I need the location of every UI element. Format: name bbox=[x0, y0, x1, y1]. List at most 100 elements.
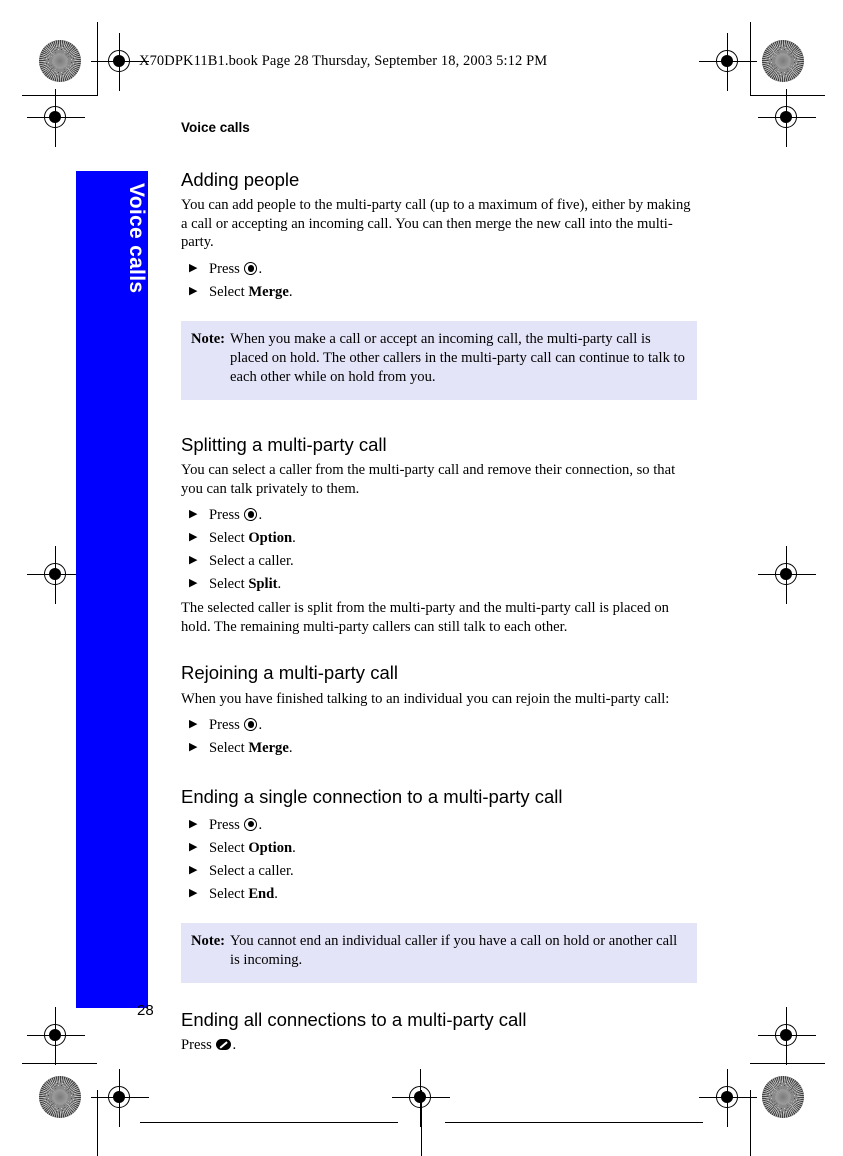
rosette-mark-top-right bbox=[762, 40, 804, 82]
note-label: Note: bbox=[191, 932, 226, 949]
list-item: ▶ Select Option. bbox=[181, 837, 697, 860]
step-strong: Merge bbox=[248, 283, 289, 300]
note-box-ending-single: Note: You cannot end an individual calle… bbox=[181, 922, 697, 983]
page-number: 28 bbox=[137, 1002, 154, 1019]
triangle-bullet-icon: ▶ bbox=[189, 261, 198, 274]
step-list-rejoining: ▶ Press . ▶ Select Merge. bbox=[181, 714, 697, 760]
step-suffix: . bbox=[258, 816, 263, 833]
registration-target-top-right bbox=[699, 33, 757, 91]
step-prefix: Select bbox=[209, 283, 249, 300]
registration-target-upper-left-edge bbox=[27, 89, 85, 147]
triangle-bullet-icon: ▶ bbox=[189, 886, 198, 899]
list-item: ▶ Select Split. bbox=[181, 573, 697, 596]
list-item: ▶ Select a caller. bbox=[181, 860, 697, 883]
nav-key-icon bbox=[244, 718, 258, 732]
step-prefix: Select a caller. bbox=[209, 862, 294, 879]
step-strong: Split bbox=[248, 576, 278, 593]
triangle-bullet-icon: ▶ bbox=[189, 531, 198, 544]
step-suffix: . bbox=[258, 717, 263, 734]
registration-target-upper-right-edge bbox=[758, 89, 816, 147]
reg-dot bbox=[780, 1029, 792, 1041]
triangle-bullet-icon: ▶ bbox=[189, 554, 198, 567]
step-suffix: . bbox=[288, 283, 293, 300]
crop-line-bottom-right-horizontal bbox=[750, 1063, 825, 1064]
reg-dot bbox=[113, 55, 125, 67]
step-prefix: Select bbox=[209, 576, 249, 593]
nav-key-icon bbox=[244, 508, 258, 522]
triangle-bullet-icon: ▶ bbox=[189, 741, 198, 754]
list-item: ▶ Press . bbox=[181, 504, 697, 527]
section-title-ending-all: Ending all connections to a multi-party … bbox=[181, 1008, 527, 1030]
press-suffix: . bbox=[232, 1036, 237, 1053]
triangle-bullet-icon: ▶ bbox=[189, 840, 198, 853]
section-title-splitting: Splitting a multi-party call bbox=[181, 433, 387, 455]
reg-dot bbox=[780, 568, 792, 580]
step-list-splitting: ▶ Press . ▶ Select Option. ▶ Select a calle… bbox=[181, 504, 697, 596]
step-prefix: Press bbox=[209, 260, 244, 277]
press-end-line: Press . bbox=[181, 1036, 697, 1055]
triangle-bullet-icon: ▶ bbox=[189, 577, 198, 590]
reg-dot bbox=[49, 568, 61, 580]
step-list-adding-people: ▶ Press . ▶ Select Merge. bbox=[181, 258, 697, 304]
chapter-side-tab: Voice calls bbox=[76, 171, 148, 1008]
rosette-mark-top-left bbox=[39, 40, 81, 82]
registration-target-mid-right bbox=[758, 546, 816, 604]
list-item: ▶ Press . bbox=[181, 258, 697, 281]
list-item: ▶ Select Merge. bbox=[181, 737, 697, 760]
registration-target-lower-right-edge bbox=[758, 1007, 816, 1065]
section-title-ending-single: Ending a single connection to a multi-pa… bbox=[181, 786, 563, 808]
step-suffix: . bbox=[288, 740, 293, 757]
list-item: ▶ Press . bbox=[181, 814, 697, 837]
registration-target-lower-left-edge bbox=[27, 1007, 85, 1065]
section-title-adding-people: Adding people bbox=[181, 169, 300, 190]
list-item: ▶ Select a caller. bbox=[181, 550, 697, 573]
reg-dot bbox=[721, 55, 733, 67]
section-trailing-paragraph: The selected caller is split from the mu… bbox=[181, 600, 669, 635]
registration-target-mid-left bbox=[27, 546, 85, 604]
step-prefix: Press bbox=[209, 816, 244, 833]
list-item: ▶ Select Merge. bbox=[181, 281, 697, 304]
reg-dot bbox=[113, 1091, 125, 1103]
step-strong: Merge bbox=[248, 740, 289, 757]
crop-line-bottom-left-horizontal bbox=[22, 1063, 97, 1064]
step-strong: Option bbox=[248, 839, 293, 856]
registration-target-bottom-right bbox=[699, 1069, 757, 1127]
reg-dot bbox=[780, 111, 792, 123]
step-list-ending-single: ▶ Press . ▶ Select Option. ▶ Select a calle… bbox=[181, 814, 697, 906]
step-suffix: . bbox=[258, 260, 263, 277]
list-item: ▶ Select Option. bbox=[181, 527, 697, 550]
step-suffix: . bbox=[277, 576, 282, 593]
note-text: When you make a call or accept an incomi… bbox=[230, 330, 685, 385]
step-prefix: Select bbox=[209, 740, 249, 757]
note-text: You cannot end an individual caller if y… bbox=[230, 932, 678, 968]
step-strong: End bbox=[248, 885, 275, 902]
step-prefix: Press bbox=[209, 507, 244, 524]
registration-target-bottom-center bbox=[392, 1069, 450, 1127]
rosette-mark-bottom-left bbox=[39, 1076, 81, 1118]
rosette-mark-bottom-right bbox=[762, 1076, 804, 1118]
registration-target-top-left bbox=[91, 33, 149, 91]
step-suffix: . bbox=[292, 839, 296, 856]
page-content: Voice calls Adding people You can add pe… bbox=[181, 120, 697, 1061]
triangle-bullet-icon: ▶ bbox=[189, 284, 198, 297]
step-prefix: Select a caller. bbox=[209, 553, 294, 570]
step-suffix: . bbox=[274, 885, 278, 902]
list-item: ▶ Select End. bbox=[181, 883, 697, 906]
section-paragraph: You can select a caller from the multi-p… bbox=[181, 462, 676, 497]
registration-target-bottom-left bbox=[91, 1069, 149, 1127]
press-prefix: Press bbox=[181, 1036, 216, 1053]
note-label: Note: bbox=[191, 330, 226, 347]
crop-line-bottom-center-horizontal-right bbox=[445, 1122, 703, 1123]
step-prefix: Select bbox=[209, 839, 249, 856]
reg-dot bbox=[49, 1029, 61, 1041]
step-prefix: Press bbox=[209, 717, 244, 734]
triangle-bullet-icon: ▶ bbox=[189, 508, 198, 521]
step-suffix: . bbox=[292, 530, 296, 547]
triangle-bullet-icon: ▶ bbox=[189, 817, 198, 830]
step-strong: Option bbox=[248, 530, 293, 547]
document-header-line: X70DPK11B1.book Page 28 Thursday, Septem… bbox=[139, 53, 548, 69]
end-call-key-icon bbox=[216, 1038, 232, 1050]
step-suffix: . bbox=[258, 507, 263, 524]
step-prefix: Select bbox=[209, 530, 249, 547]
nav-key-icon bbox=[244, 261, 258, 275]
